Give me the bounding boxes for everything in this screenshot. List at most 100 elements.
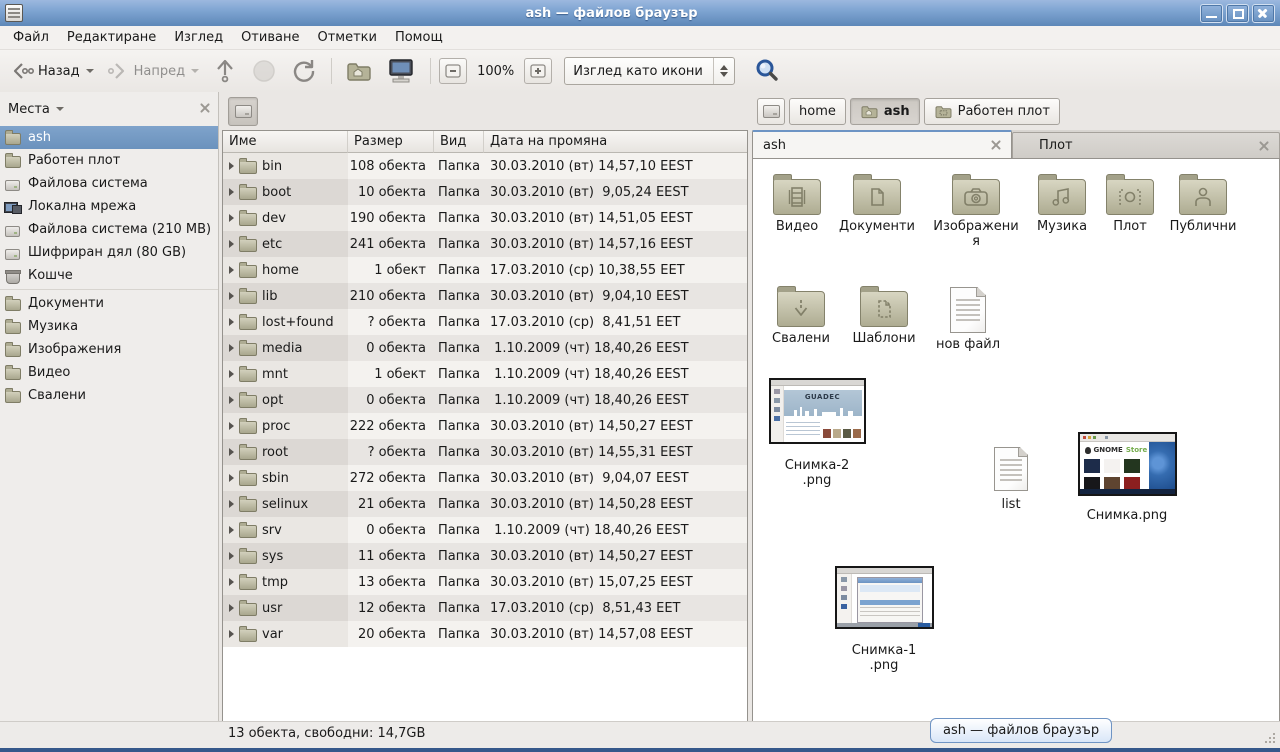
column-header-modified[interactable]: Дата на промяна bbox=[484, 131, 747, 153]
table-row[interactable]: sys 11 обекта Папка 30.03.2010 (вт) 14,5… bbox=[223, 543, 747, 569]
expander-icon[interactable] bbox=[229, 552, 234, 560]
expander-icon[interactable] bbox=[229, 214, 234, 222]
expander-icon[interactable] bbox=[229, 448, 234, 456]
table-row[interactable]: opt 0 обекта Папка 1.10.2009 (чт) 18,40,… bbox=[223, 387, 747, 413]
back-dropdown-icon[interactable] bbox=[86, 69, 94, 73]
expander-icon[interactable] bbox=[229, 370, 234, 378]
expander-icon[interactable] bbox=[229, 604, 234, 612]
combo-spinner-icon[interactable] bbox=[713, 58, 734, 84]
sidebar-item[interactable]: Изображения bbox=[0, 338, 218, 361]
expander-icon[interactable] bbox=[229, 396, 234, 404]
resize-grip[interactable] bbox=[1263, 731, 1277, 745]
path-home-button[interactable]: home bbox=[789, 98, 846, 125]
file-item-images[interactable]: Изображения bbox=[932, 173, 1020, 249]
zoom-out-button[interactable] bbox=[439, 58, 467, 84]
menu-item[interactable]: Помощ bbox=[386, 28, 452, 47]
table-row[interactable]: usr 12 обекта Папка 17.03.2010 (ср) 8,51… bbox=[223, 595, 747, 621]
sidebar-item[interactable]: Файлова система bbox=[0, 172, 218, 195]
maximize-button[interactable] bbox=[1226, 4, 1249, 23]
path-desktop-button[interactable]: Работен плот bbox=[924, 98, 1060, 125]
table-row[interactable]: bin 108 обекта Папка 30.03.2010 (вт) 14,… bbox=[223, 153, 747, 179]
sidebar-mode-select[interactable]: Места bbox=[8, 102, 64, 117]
table-row[interactable]: selinux 21 обекта Папка 30.03.2010 (вт) … bbox=[223, 491, 747, 517]
close-button[interactable] bbox=[1252, 4, 1275, 23]
expander-icon[interactable] bbox=[229, 292, 234, 300]
column-header-size[interactable]: Размер bbox=[348, 131, 434, 153]
home-button[interactable] bbox=[340, 56, 378, 86]
table-row[interactable]: lib 210 обекта Папка 30.03.2010 (вт) 9,0… bbox=[223, 283, 747, 309]
file-item-list[interactable]: list bbox=[967, 447, 1055, 512]
sidebar-item[interactable]: Видео bbox=[0, 361, 218, 384]
table-row[interactable]: lost+found ? обекта Папка 17.03.2010 (ср… bbox=[223, 309, 747, 335]
sidebar-item[interactable]: Файлова система (210 MB) bbox=[0, 218, 218, 241]
forward-dropdown-icon[interactable] bbox=[191, 69, 199, 73]
file-item-templates[interactable]: Шаблони bbox=[840, 285, 928, 346]
icon-view[interactable]: Видео Документи Изображения Музика Плот bbox=[752, 158, 1280, 722]
expander-icon[interactable] bbox=[229, 162, 234, 170]
table-row[interactable]: dev 190 обекта Папка 30.03.2010 (вт) 14,… bbox=[223, 205, 747, 231]
menu-item[interactable]: Отметки bbox=[308, 28, 385, 47]
file-item-public[interactable]: Публични bbox=[1159, 173, 1247, 234]
expander-icon[interactable] bbox=[229, 240, 234, 248]
path-current-button[interactable]: ash bbox=[850, 98, 920, 125]
expander-icon[interactable] bbox=[229, 474, 234, 482]
forward-button[interactable]: Напред bbox=[102, 57, 205, 85]
table-row[interactable]: boot 10 обекта Папка 30.03.2010 (вт) 9,0… bbox=[223, 179, 747, 205]
computer-button[interactable] bbox=[380, 54, 422, 88]
sidebar-item[interactable]: Музика bbox=[0, 315, 218, 338]
column-header-type[interactable]: Вид bbox=[434, 131, 484, 153]
filesystem-root-button[interactable] bbox=[228, 97, 258, 126]
sidebar-item[interactable]: Работен плот bbox=[0, 149, 218, 172]
table-row[interactable]: tmp 13 обекта Папка 30.03.2010 (вт) 15,0… bbox=[223, 569, 747, 595]
table-row[interactable]: srv 0 обекта Папка 1.10.2009 (чт) 18,40,… bbox=[223, 517, 747, 543]
expander-icon[interactable] bbox=[229, 188, 234, 196]
table-row[interactable]: etc 241 обекта Папка 30.03.2010 (вт) 14,… bbox=[223, 231, 747, 257]
tab-ash[interactable]: ash bbox=[752, 130, 1012, 158]
sidebar-item[interactable]: Документи bbox=[0, 292, 218, 315]
table-row[interactable]: media 0 обекта Папка 1.10.2009 (чт) 18,4… bbox=[223, 335, 747, 361]
file-item-downloads[interactable]: Свалени bbox=[757, 285, 845, 346]
search-button[interactable] bbox=[751, 55, 783, 87]
titlebar[interactable]: ash — файлов браузър bbox=[0, 0, 1280, 26]
table-row[interactable]: sbin 272 обекта Папка 30.03.2010 (вт) 9,… bbox=[223, 465, 747, 491]
table-row[interactable]: var 20 обекта Папка 30.03.2010 (вт) 14,5… bbox=[223, 621, 747, 647]
zoom-in-button[interactable] bbox=[524, 58, 552, 84]
table-row[interactable]: proc 222 обекта Папка 30.03.2010 (вт) 14… bbox=[223, 413, 747, 439]
expander-icon[interactable] bbox=[229, 630, 234, 638]
expander-icon[interactable] bbox=[229, 578, 234, 586]
expander-icon[interactable] bbox=[229, 318, 234, 326]
expander-icon[interactable] bbox=[229, 526, 234, 534]
tab-plot[interactable]: Плот bbox=[1012, 132, 1280, 158]
sidebar-item[interactable]: Локална мрежа bbox=[0, 195, 218, 218]
tab-close-icon[interactable] bbox=[1259, 141, 1269, 151]
view-mode-select[interactable]: Изглед като икони bbox=[564, 57, 735, 85]
sidebar-item[interactable]: ash bbox=[0, 126, 218, 149]
window-list-tooltip[interactable]: ash — файлов браузър bbox=[930, 718, 1112, 743]
column-header-name[interactable]: Име bbox=[223, 131, 348, 153]
expander-icon[interactable] bbox=[229, 266, 234, 274]
menu-item[interactable]: Отиване bbox=[232, 28, 308, 47]
file-item-newfile[interactable]: нов файл bbox=[924, 285, 1012, 352]
menu-item[interactable]: Редактиране bbox=[58, 28, 165, 47]
path-root-button[interactable] bbox=[757, 98, 785, 125]
stop-button[interactable] bbox=[245, 54, 283, 88]
sidebar-item[interactable]: Шифриран дял (80 GB) bbox=[0, 241, 218, 264]
file-item-documents[interactable]: Документи bbox=[833, 173, 921, 234]
file-item-snimka2[interactable]: GUADEC Снимка-2.png bbox=[767, 378, 867, 488]
sidebar-close-button[interactable] bbox=[200, 102, 210, 117]
menu-item[interactable]: Файл bbox=[4, 28, 58, 47]
reload-button[interactable] bbox=[285, 54, 323, 88]
table-row[interactable]: home 1 обект Папка 17.03.2010 (ср) 10,38… bbox=[223, 257, 747, 283]
minimize-button[interactable] bbox=[1200, 4, 1223, 23]
table-row[interactable]: root ? обекта Папка 30.03.2010 (вт) 14,5… bbox=[223, 439, 747, 465]
back-button[interactable]: Назад bbox=[6, 57, 100, 85]
file-item-video[interactable]: Видео bbox=[753, 173, 841, 234]
expander-icon[interactable] bbox=[229, 344, 234, 352]
menu-item[interactable]: Изглед bbox=[165, 28, 232, 47]
sidebar-item[interactable]: Кошче bbox=[0, 264, 218, 287]
expander-icon[interactable] bbox=[229, 500, 234, 508]
expander-icon[interactable] bbox=[229, 422, 234, 430]
tab-close-icon[interactable] bbox=[991, 140, 1001, 150]
sidebar-item[interactable]: Свалени bbox=[0, 384, 218, 407]
file-item-snimka1[interactable]: Снимка-1.png bbox=[834, 566, 934, 673]
